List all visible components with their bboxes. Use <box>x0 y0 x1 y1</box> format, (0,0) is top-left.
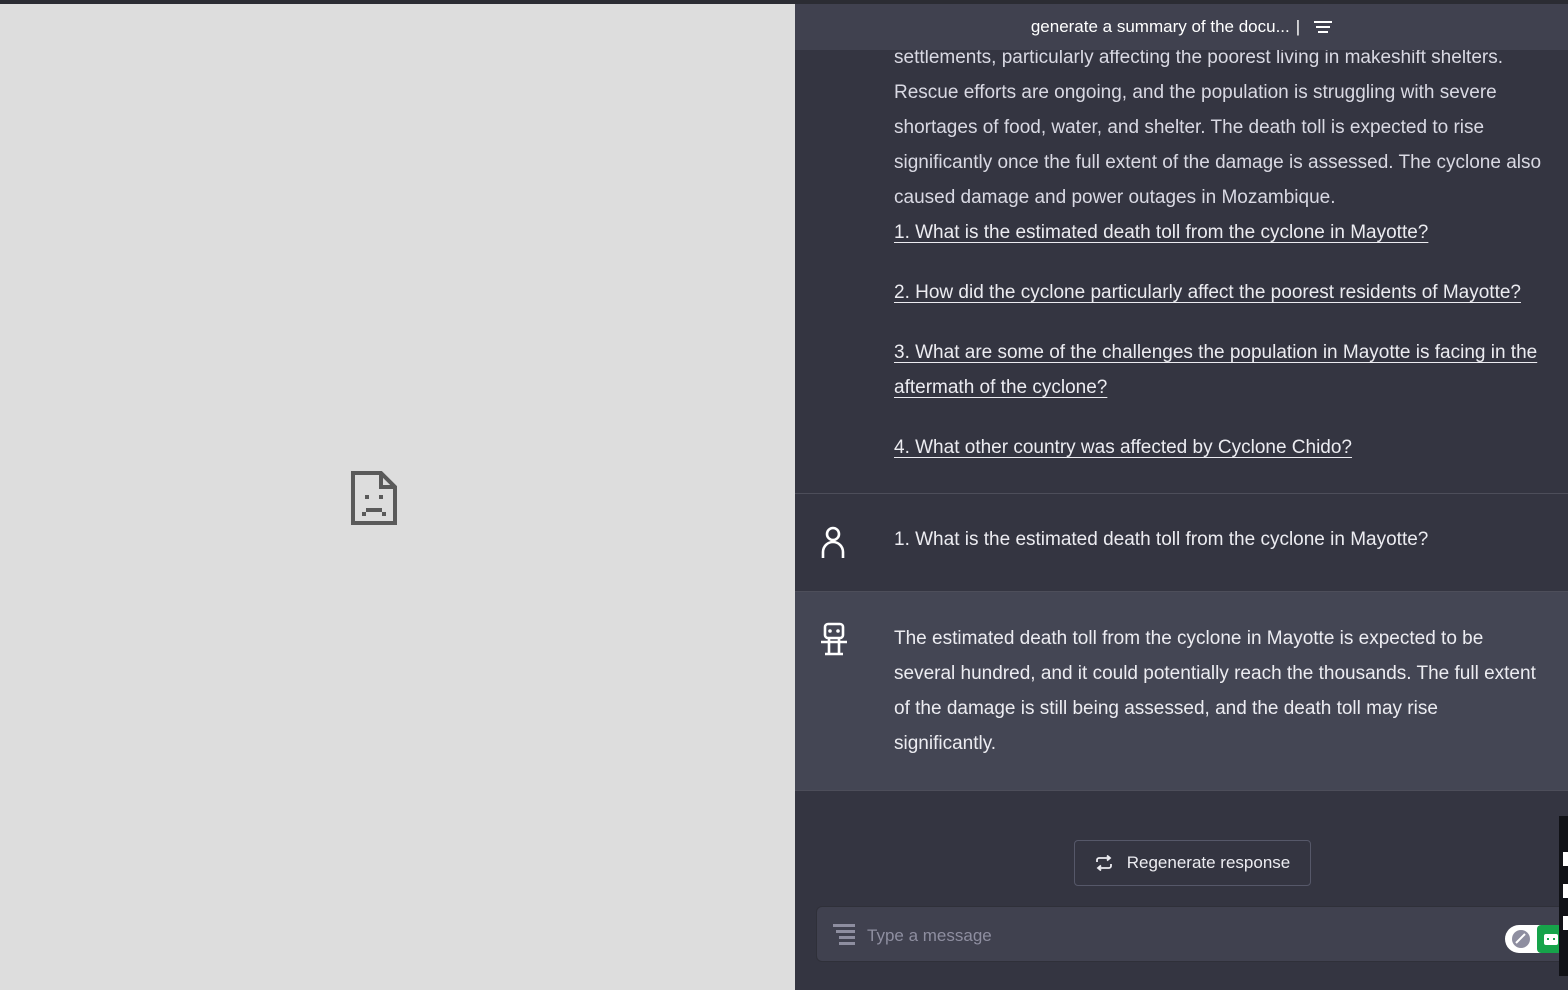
regenerate-response-button[interactable]: Regenerate response <box>1074 840 1311 886</box>
suggested-question-2[interactable]: 2. How did the cyclone particularly affe… <box>894 275 1568 310</box>
message-composer <box>816 906 1568 962</box>
bot-message-text: The estimated death toll from the cyclon… <box>894 628 1536 754</box>
suggested-question-3[interactable]: 3. What are some of the challenges the p… <box>894 335 1568 405</box>
prompt-lines-icon <box>833 924 855 945</box>
message-input[interactable] <box>865 921 1489 951</box>
suggested-question-1[interactable]: 1. What is the estimated death toll from… <box>894 215 1568 250</box>
broken-document-icon <box>351 471 397 525</box>
refresh-icon <box>1095 855 1112 871</box>
robot-avatar-icon <box>821 622 847 656</box>
side-toolbar[interactable] <box>1559 816 1568 976</box>
document-preview-pane <box>0 4 795 990</box>
menu-icon[interactable] <box>1314 20 1333 34</box>
answer-paragraph: settlements, particularly affecting the … <box>894 47 1542 208</box>
chat-title[interactable]: generate a summary of the docu... <box>1031 17 1290 37</box>
chat-pane: settlements, particularly affecting the … <box>795 4 1568 990</box>
user-message-text: 1. What is the estimated death toll from… <box>894 529 1429 550</box>
user-avatar-icon <box>821 526 845 558</box>
suggested-question-4[interactable]: 4. What other country was affected by Cy… <box>894 430 1568 465</box>
title-cursor: | <box>1295 17 1301 36</box>
user-message-row: 1. What is the estimated death toll from… <box>795 494 1568 591</box>
chat-header: generate a summary of the docu... | <box>795 4 1568 50</box>
bot-message-row: The estimated death toll from the cyclon… <box>795 592 1568 790</box>
previous-answer: settlements, particularly affecting the … <box>894 40 1568 490</box>
regenerate-label: Regenerate response <box>1126 853 1291 872</box>
divider <box>795 790 1568 791</box>
